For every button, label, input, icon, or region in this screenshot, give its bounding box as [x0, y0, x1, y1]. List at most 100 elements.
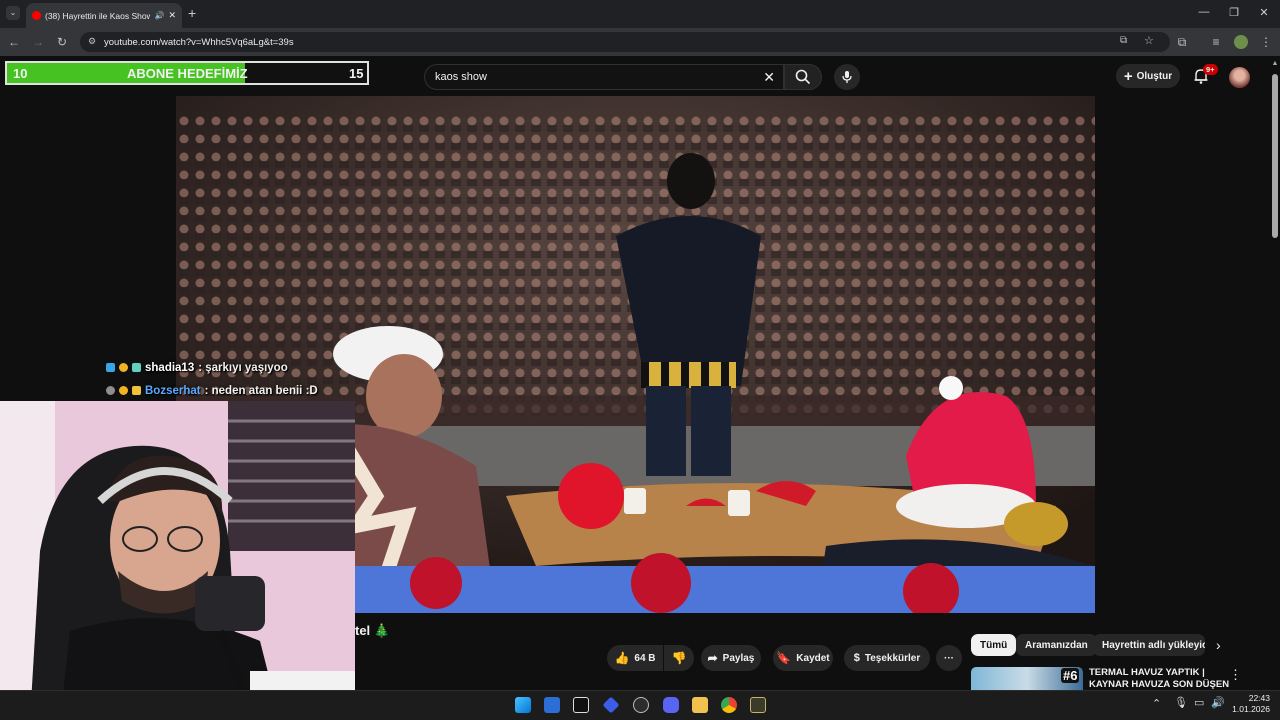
badge-icon — [132, 386, 141, 395]
reload-icon[interactable]: ↻ — [54, 35, 70, 49]
tray-chevron-icon[interactable]: ⌃ — [1152, 697, 1161, 710]
more-icon: ··· — [944, 652, 954, 664]
search-input[interactable]: kaos show ✕ — [424, 64, 784, 90]
page-scrollbar[interactable]: ▲ — [1270, 56, 1280, 690]
clock-date: 1.01.2026 — [1232, 704, 1270, 714]
badge-icon — [106, 363, 115, 372]
bookmark-star-icon[interactable]: ☆ — [1144, 34, 1154, 47]
chip-all[interactable]: Tümü — [971, 634, 1017, 656]
navigation-bar: ← → ↻ ⚙ youtube.com/watch?v=Whhc5Vq6aLg&… — [0, 28, 1280, 56]
forward-icon[interactable]: → — [30, 35, 46, 49]
create-label: Oluştur — [1136, 70, 1173, 82]
save-button[interactable]: 🔖 Kaydet — [773, 645, 833, 671]
youtube-favicon-icon — [32, 11, 41, 20]
start-windows-icon[interactable] — [515, 697, 531, 713]
browser-tab[interactable]: (38) Hayrettin ile Kaos Show 🔊 ✕ — [26, 3, 182, 28]
obs-app-icon[interactable] — [633, 697, 649, 713]
subscriber-goal-bar: 10 ABONE HEDEFİMİZ 15 — [5, 61, 369, 85]
badge-icon — [106, 386, 115, 395]
address-bar[interactable]: ⚙ youtube.com/watch?v=Whhc5Vq6aLg&t=39s … — [80, 32, 1170, 52]
badge-icon — [119, 363, 128, 372]
voice-search-button[interactable] — [834, 64, 860, 90]
minimize-button[interactable]: — — [1194, 6, 1214, 18]
chat-message: Bozserhat : neden atan benii :D — [106, 379, 366, 402]
share-button[interactable]: ➦ Paylaş — [701, 645, 761, 671]
clock-time: 22:43 — [1248, 693, 1270, 703]
media-icon[interactable]: ≡ — [1208, 35, 1224, 49]
close-tab-icon[interactable]: ✕ — [168, 10, 176, 21]
share-icon: ➦ — [707, 651, 718, 665]
search-icon — [795, 69, 811, 85]
dislike-button[interactable]: 👎 — [664, 645, 694, 671]
search-value: kaos show — [435, 71, 487, 83]
tab-list-button[interactable]: ⌄ — [6, 6, 20, 20]
tab-strip: ⌄ (38) Hayrettin ile Kaos Show 🔊 ✕ + — ❐… — [0, 0, 1280, 28]
thumbnail-badge: #6 — [1061, 668, 1080, 683]
create-button[interactable]: + Oluştur — [1116, 64, 1180, 88]
chat-message: shadia13 : şarkıyı yaşıyoo — [106, 356, 366, 379]
notification-badge: 9+ — [1203, 64, 1218, 75]
capcut-app-icon[interactable] — [573, 697, 589, 713]
close-window-button[interactable]: ✕ — [1254, 6, 1274, 19]
menu-kebab-icon[interactable]: ⋮ — [1258, 35, 1274, 49]
notifications-button[interactable]: 9+ — [1192, 64, 1218, 87]
goal-target: 15 — [349, 66, 364, 81]
recommendation-title: TERMAL HAVUZ YAPTIK | KAYNAR HAVUZA SON … — [1089, 667, 1229, 690]
chat-text: : neden atan benii :D — [204, 384, 318, 397]
thanks-button[interactable]: $ Teşekkürler — [844, 645, 930, 671]
goal-current: 10 — [13, 66, 28, 81]
edge-app-icon[interactable] — [544, 697, 560, 713]
bookmark-icon: 🔖 — [776, 651, 792, 665]
badge-icon — [132, 363, 141, 372]
chip-from-uploader[interactable]: Hayrettin adlı yükleyiciden — [1093, 634, 1205, 656]
app-icon[interactable] — [750, 697, 766, 713]
recommended-video[interactable]: #6 TERMAL HAVUZ YAPTIK | KAYNAR HAVUZA S… — [971, 667, 1261, 690]
tray-display-icon[interactable]: ▭ — [1194, 696, 1204, 709]
url-text: youtube.com/watch?v=Whhc5Vq6aLg&t=39s — [104, 36, 294, 48]
video-title-fragment: tel 🎄 — [355, 623, 390, 638]
badge-icon — [119, 386, 128, 395]
clear-search-icon[interactable]: ✕ — [763, 69, 775, 86]
speaker-icon[interactable]: 🔊 — [154, 11, 164, 20]
rec-title-line2: KAYNAR HAVUZA SON DÜŞEN — [1089, 679, 1230, 690]
back-icon[interactable]: ← — [6, 35, 22, 49]
thanks-label: Teşekkürler — [864, 652, 921, 664]
video-thumbnail: #6 — [971, 667, 1083, 690]
microphone-icon — [842, 71, 852, 83]
new-tab-button[interactable]: + — [188, 5, 196, 21]
save-label: Kaydet — [796, 652, 830, 664]
share-label: Paylaş — [722, 652, 755, 664]
maximize-button[interactable]: ❐ — [1224, 6, 1244, 19]
extensions-icon[interactable]: ⧉ — [1174, 35, 1190, 50]
tab-title: (38) Hayrettin ile Kaos Show — [45, 10, 151, 21]
like-button[interactable]: 👍 64 B — [607, 645, 663, 671]
site-info-icon[interactable]: ⚙ — [88, 36, 96, 47]
tray-mic-icon[interactable]: 🎙 — [1174, 696, 1188, 709]
chips-next-icon[interactable]: › — [1216, 637, 1221, 653]
search-button[interactable] — [784, 64, 822, 90]
rec-menu-icon[interactable]: ⋮ — [1229, 667, 1242, 683]
chip-from-search[interactable]: Aramanızdan — [1016, 634, 1097, 656]
rec-title-line1: TERMAL HAVUZ YAPTIK | — [1089, 667, 1205, 678]
thumbs-up-icon: 👍 — [614, 651, 630, 665]
chat-username: shadia13 — [145, 361, 195, 374]
clock[interactable]: 22:43 1.01.2026 — [1226, 693, 1270, 715]
file-explorer-icon[interactable] — [692, 697, 708, 713]
tray-volume-icon[interactable]: 🔊 — [1211, 696, 1225, 709]
chat-text: : şarkıyı yaşıyoo — [198, 361, 288, 374]
install-icon[interactable]: ⧉ — [1120, 35, 1127, 46]
scroll-thumb[interactable] — [1272, 74, 1278, 238]
like-count: 64 B — [634, 652, 656, 664]
more-actions-button[interactable]: ··· — [936, 645, 962, 671]
discord-app-icon[interactable] — [663, 697, 679, 713]
account-avatar[interactable] — [1229, 67, 1250, 88]
chrome-app-icon[interactable] — [721, 697, 737, 713]
goal-label: ABONE HEDEFİMİZ — [127, 66, 248, 81]
chat-username: Bozserhat — [145, 384, 201, 397]
stream-chat-overlay: shadia13 : şarkıyı yaşıyoo Bozserhat : n… — [106, 356, 366, 402]
super-thanks-icon: $ — [853, 652, 860, 664]
thumbs-down-icon: 👎 — [671, 651, 687, 665]
profile-avatar[interactable] — [1234, 35, 1248, 49]
webcam-overlay — [0, 401, 355, 720]
scroll-up-icon[interactable]: ▲ — [1270, 60, 1280, 67]
